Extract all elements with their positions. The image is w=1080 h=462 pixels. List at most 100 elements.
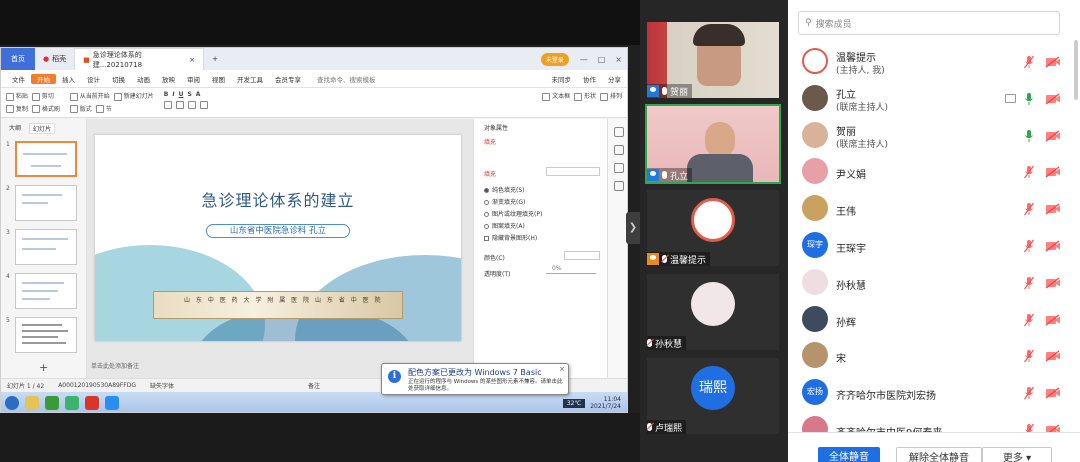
notes-placeholder[interactable]: 单击此处添加备注 — [91, 361, 139, 370]
bold-button[interactable]: B — [164, 91, 169, 98]
weather-temp[interactable]: 32℃ — [562, 398, 586, 408]
mic-muted-icon[interactable] — [1024, 276, 1034, 290]
unmute-all-button[interactable]: 解除全体静音 — [896, 447, 982, 462]
member-row[interactable]: 尹义娟 — [788, 154, 1074, 191]
menu-search[interactable]: 查找命令、搜索模板 — [317, 74, 376, 84]
section-button[interactable]: 节 — [95, 104, 112, 113]
camera-off-icon[interactable] — [1045, 350, 1061, 362]
underline-button[interactable]: U — [179, 91, 184, 98]
video-tile[interactable]: 温馨提示 — [647, 190, 779, 266]
menu-home[interactable]: 开始 — [31, 73, 56, 84]
close-icon[interactable]: × — [559, 365, 565, 373]
slide-thumbnail[interactable] — [15, 141, 77, 177]
solid-fill-option[interactable]: 纯色填充(S) — [484, 185, 525, 194]
mic-muted-icon[interactable] — [1024, 202, 1034, 216]
slide-thumbnail[interactable] — [15, 185, 77, 221]
picture-fill-option[interactable]: 图片或纹理填充(P) — [484, 209, 542, 218]
notes-button[interactable]: 备注 — [308, 381, 320, 390]
tab-outline[interactable]: 大纲 — [9, 123, 21, 134]
align-center-icon[interactable] — [175, 101, 184, 109]
tab-docer[interactable]: ● 稻壳 — [35, 48, 74, 70]
align-left-icon[interactable] — [163, 101, 172, 109]
tab-document[interactable]: ■ 急诊理论体系的建...20210718 × — [74, 48, 205, 70]
menu-share[interactable]: 分享 — [602, 74, 627, 84]
font-color-button[interactable]: A — [196, 91, 201, 98]
properties-tool-icon[interactable] — [613, 127, 624, 137]
member-list-scrollbar[interactable] — [1074, 40, 1078, 100]
arrange-button[interactable]: 排列 — [600, 91, 622, 101]
more-button[interactable]: 更多 ▾ — [982, 447, 1052, 462]
member-row[interactable]: 琛宇 王琛宇 — [788, 228, 1074, 265]
member-search-input[interactable]: ⚲ 搜索成员 — [798, 11, 1060, 35]
hide-background-checkbox[interactable]: 隐藏背景图形(H) — [484, 233, 537, 242]
menu-insert[interactable]: 插入 — [56, 74, 81, 84]
video-tile-active[interactable]: 孔立 — [645, 104, 781, 184]
meeting-icon[interactable] — [105, 396, 119, 410]
slide-thumbnail[interactable] — [15, 273, 77, 309]
new-slide-button[interactable]: 新建幻灯片 — [113, 91, 154, 101]
camera-off-icon[interactable] — [1045, 93, 1061, 105]
format-painter-button[interactable]: 格式刷 — [31, 104, 60, 113]
mic-icon[interactable] — [1024, 92, 1034, 106]
list-icon[interactable] — [199, 101, 208, 109]
mic-muted-icon[interactable] — [1024, 165, 1034, 179]
menu-unsynced[interactable]: 未同步 — [546, 74, 578, 84]
login-button[interactable]: 未登录 — [540, 52, 569, 66]
menu-review[interactable]: 审阅 — [181, 74, 206, 84]
maximize-icon[interactable]: □ — [593, 55, 611, 64]
wps-icon[interactable] — [85, 396, 99, 410]
camera-off-icon[interactable] — [1045, 56, 1061, 68]
clock[interactable]: 11:04 2021/7/24 — [590, 396, 621, 410]
menu-developer[interactable]: 开发工具 — [231, 74, 269, 84]
slide-thumbnail[interactable] — [15, 317, 77, 353]
textbox-button[interactable]: 文本框 — [542, 91, 570, 101]
camera-off-icon[interactable] — [1045, 166, 1061, 178]
italic-button[interactable]: I — [172, 91, 174, 98]
close-icon[interactable]: × — [189, 56, 195, 64]
style-tool-icon[interactable] — [613, 145, 624, 155]
layout-button[interactable]: 版式 — [69, 104, 92, 113]
member-row[interactable]: 孙辉 — [788, 302, 1074, 339]
menu-collaborate[interactable]: 协作 — [577, 74, 602, 84]
mic-muted-icon[interactable] — [1024, 349, 1034, 363]
explorer-icon[interactable] — [25, 396, 39, 410]
animation-tool-icon[interactable] — [613, 163, 624, 173]
new-tab-button[interactable]: + — [204, 48, 226, 70]
align-right-icon[interactable] — [187, 101, 196, 109]
mic-muted-icon[interactable] — [1024, 55, 1034, 69]
media-icon[interactable] — [65, 396, 79, 410]
fill-tab[interactable]: 填充 — [484, 137, 496, 146]
camera-off-icon[interactable] — [1045, 387, 1061, 399]
member-row[interactable]: 贺丽 (联席主持人) — [788, 118, 1074, 155]
video-tile[interactable]: 贺丽 — [647, 22, 779, 98]
menu-slideshow[interactable]: 放映 — [156, 74, 181, 84]
camera-off-icon[interactable] — [1045, 203, 1061, 215]
mic-muted-icon[interactable] — [1024, 239, 1034, 253]
color-picker[interactable] — [564, 251, 600, 260]
copy-button[interactable]: 复制 — [6, 104, 28, 113]
minimize-icon[interactable]: — — [575, 55, 593, 64]
pattern-fill-option[interactable]: 图案填充(A) — [484, 221, 525, 230]
tab-slides[interactable]: 幻灯片 — [29, 123, 56, 134]
member-row[interactable]: 王伟 — [788, 191, 1074, 228]
camera-off-icon[interactable] — [1045, 314, 1061, 326]
mic-muted-icon[interactable] — [1024, 386, 1034, 400]
browser-icon[interactable] — [45, 396, 59, 410]
mic-icon[interactable] — [1024, 129, 1034, 143]
start-icon[interactable] — [5, 396, 19, 410]
member-row[interactable]: 温馨提示 (主持人, 我) — [788, 44, 1074, 81]
video-tile[interactable]: 瑞熙 卢瑞熙 — [647, 358, 779, 434]
shape-button[interactable]: 形状 — [574, 91, 596, 101]
camera-off-icon[interactable] — [1045, 240, 1061, 252]
missing-fonts-button[interactable]: 缺失字体 — [150, 381, 174, 390]
gradient-fill-option[interactable]: 渐变填充(G) — [484, 197, 525, 206]
mic-muted-icon[interactable] — [1024, 313, 1034, 327]
collapse-panel-button[interactable]: ❯ — [626, 212, 640, 244]
menu-vip[interactable]: 会员专享 — [269, 74, 307, 84]
member-row[interactable]: 宏扬 齐齐哈尔市医院刘宏扬 — [788, 375, 1074, 412]
mute-all-button[interactable]: 全体静音 — [818, 447, 880, 462]
menu-view[interactable]: 视图 — [206, 74, 231, 84]
slide-thumbnail[interactable] — [15, 229, 77, 265]
menu-file[interactable]: 文件 — [6, 74, 31, 84]
member-row[interactable]: 宋 — [788, 338, 1074, 375]
